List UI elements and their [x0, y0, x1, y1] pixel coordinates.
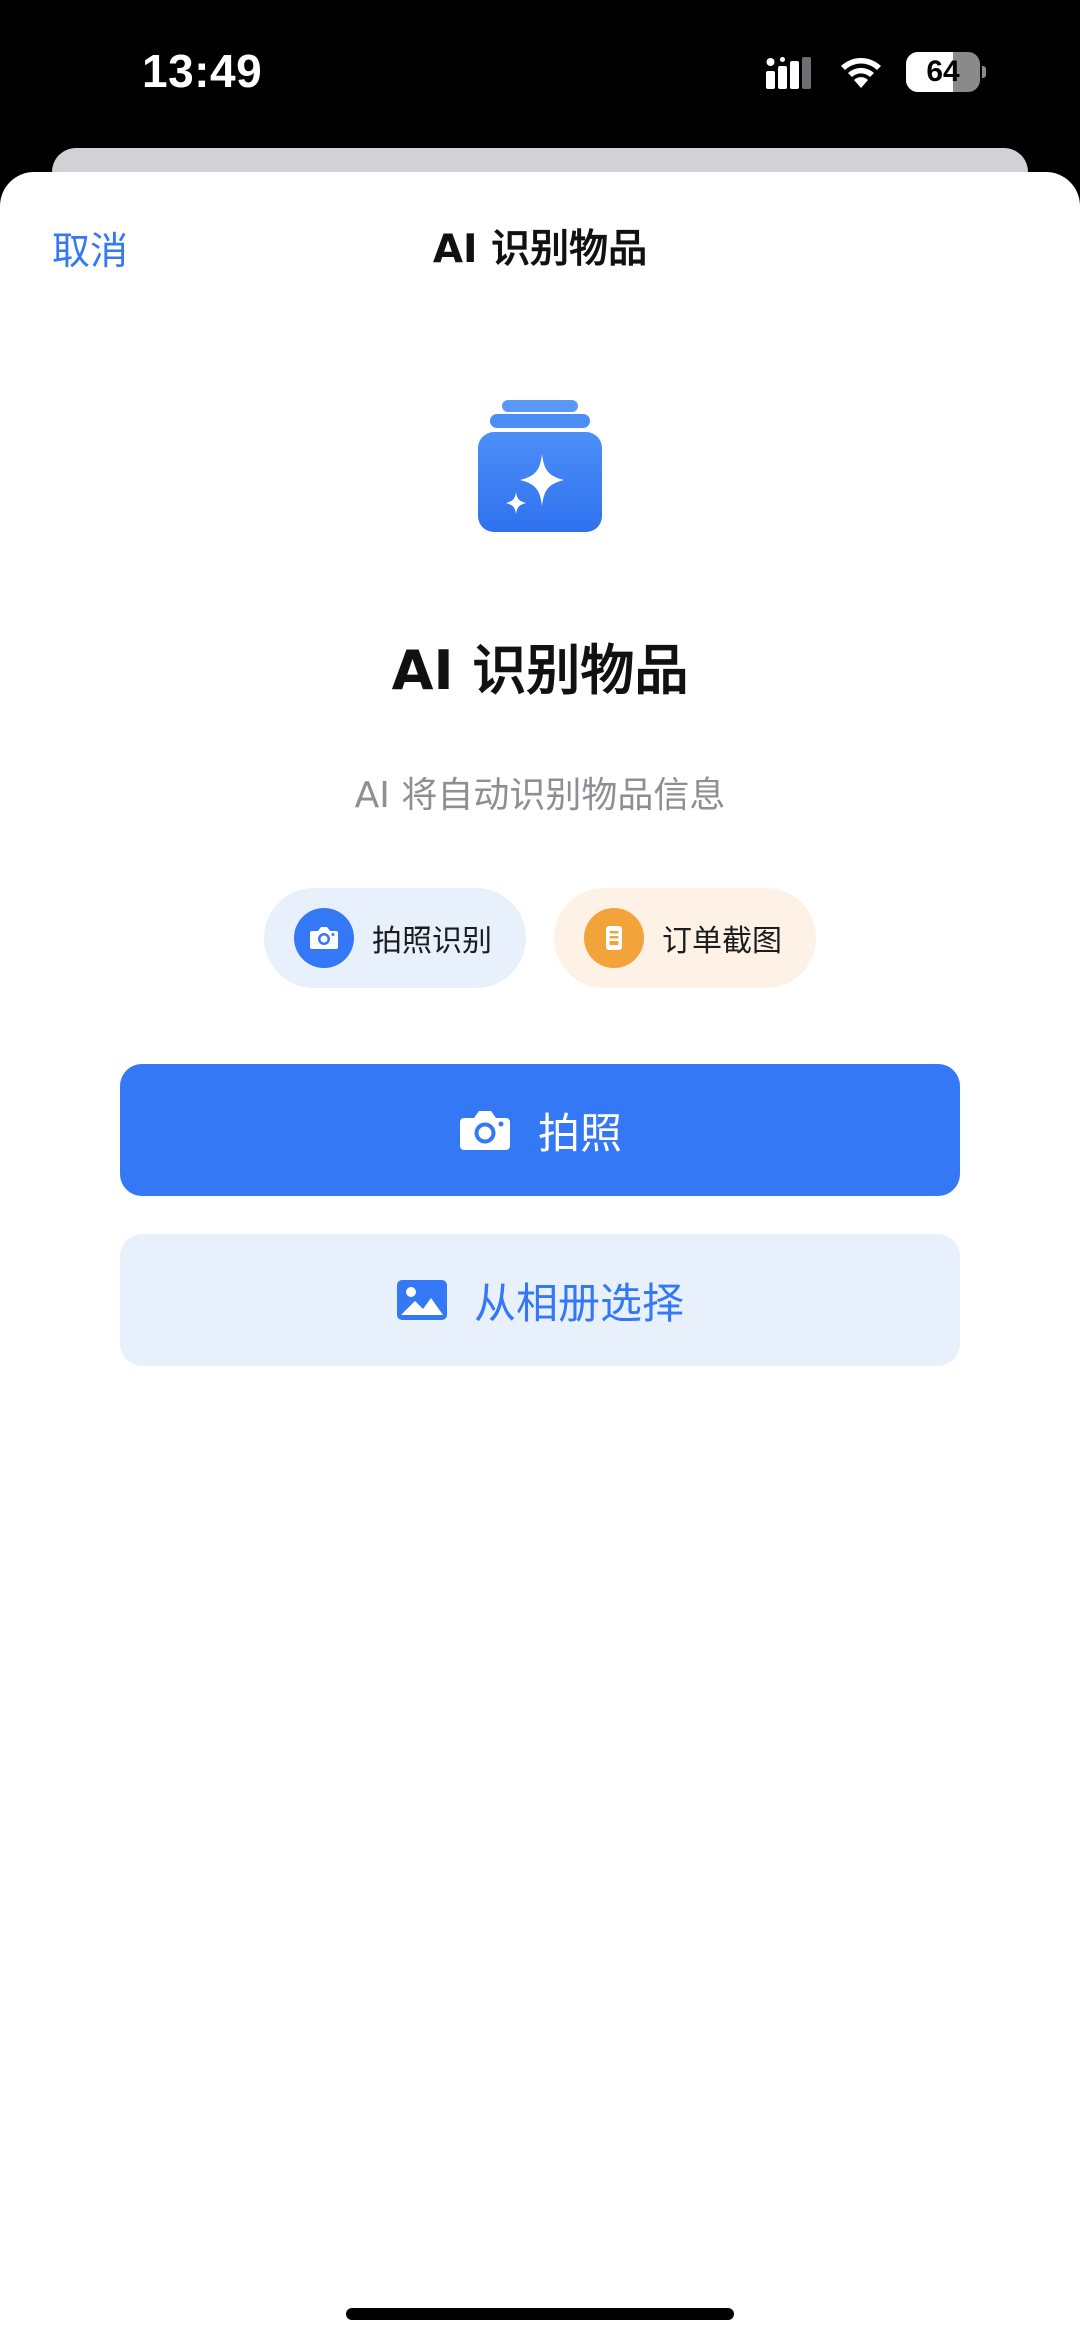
photo-icon — [396, 1279, 448, 1321]
nav-title: AI 识别物品 — [432, 227, 648, 272]
choose-from-album-button[interactable]: 从相册选择 — [120, 1234, 960, 1366]
camera-icon — [294, 908, 354, 968]
status-bar: 13:49 64 — [0, 0, 1080, 150]
home-indicator — [346, 2308, 734, 2320]
chip-label: 拍照识别 — [372, 924, 492, 959]
take-photo-button[interactable]: 拍照 — [120, 1064, 960, 1196]
battery-icon: 64 — [906, 52, 986, 92]
chip-order-screenshot: 订单截图 — [554, 888, 816, 988]
wifi-icon — [836, 52, 886, 94]
status-time: 13:49 — [142, 45, 263, 97]
chip-label: 订单截图 — [662, 924, 782, 959]
hero-title: AI 识别物品 — [391, 639, 689, 702]
choose-from-album-label: 从相册选择 — [473, 1278, 684, 1328]
hero-subtitle: AI 将自动识别物品信息 — [354, 775, 726, 816]
sparkle-stack-icon — [476, 400, 604, 540]
camera-icon — [458, 1108, 512, 1152]
battery-level: 64 — [926, 55, 960, 88]
cancel-button[interactable]: 取消 — [52, 220, 128, 275]
chip-photo-recognition: 拍照识别 — [264, 888, 526, 988]
document-icon — [584, 908, 644, 968]
signal-icon — [766, 57, 824, 93]
take-photo-label: 拍照 — [537, 1108, 622, 1158]
ai-recognition-sheet: AI 识别物品 取消 AI 识别物品 AI 将自动识别物品信息 拍照识别 订单截… — [0, 172, 1080, 2341]
